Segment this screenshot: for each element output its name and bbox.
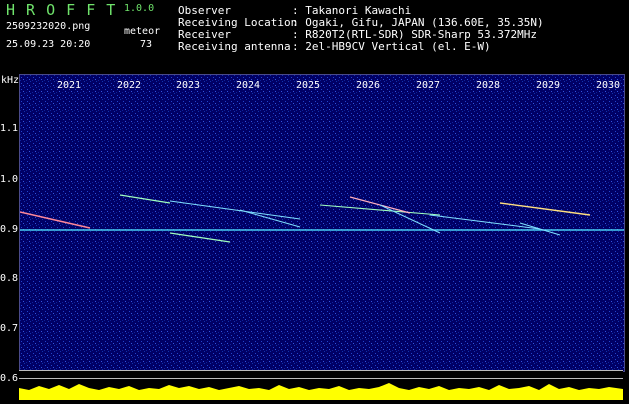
signal-strength-strip	[19, 370, 623, 400]
y-tick-label: 0.9	[0, 224, 19, 235]
x-tick-label: 2030	[596, 80, 621, 91]
location-value: : Ogaki, Gifu, JAPAN (136.60E, 35.35N)	[292, 16, 544, 29]
app-title: H R O F F T	[6, 1, 117, 19]
file-name: 2509232020.png	[6, 21, 91, 32]
observer-label: Observer	[178, 4, 231, 17]
noise-background	[20, 75, 624, 371]
x-tick-label: 2026	[356, 80, 381, 91]
y-tick-label: 0.7	[0, 323, 19, 334]
x-tick-label: 2029	[536, 80, 561, 91]
antenna-value: : 2el-HB9CV Vertical (el. E-W)	[292, 40, 491, 53]
location-label: Receiving Location	[178, 16, 298, 29]
x-tick-label: 2023	[176, 80, 201, 91]
x-tick-label: 2024	[236, 80, 261, 91]
spectrogram-canvas	[20, 75, 624, 371]
header: H R O F F T 1.0.0 2509232020.png 25.09.2…	[0, 0, 629, 72]
y-tick-label: 1.0	[0, 174, 19, 185]
meteor-count: 73	[140, 39, 153, 50]
y-tick-label: 0.8	[0, 273, 19, 284]
y-tick-label: 0.6	[0, 373, 19, 384]
x-tick-label: 2028	[476, 80, 501, 91]
spectrogram	[19, 74, 625, 372]
receiver-value: : R820T2(RTL-SDR) SDR-Sharp 53.372MHz	[292, 28, 538, 41]
signal-strength-area	[19, 383, 623, 400]
date-time: 25.09.23 20:20	[6, 39, 91, 50]
x-tick-label: 2021	[57, 80, 82, 91]
x-tick-label: 2022	[117, 80, 142, 91]
y-tick-label: 1.1	[0, 123, 19, 134]
app-version: 1.0.0	[124, 3, 155, 14]
receiver-label: Receiver	[178, 28, 231, 41]
observer-value: : Takanori Kawachi	[292, 4, 412, 17]
strip-top-line	[19, 370, 623, 371]
x-tick-label: 2025	[296, 80, 321, 91]
y-axis-unit: kHz	[1, 75, 20, 86]
x-tick-label: 2027	[416, 80, 441, 91]
antenna-label: Receiving antenna	[178, 40, 291, 53]
meteor-label: meteor	[124, 26, 161, 37]
strip-mid-line	[19, 378, 623, 379]
signal-strength-bars	[19, 383, 623, 400]
